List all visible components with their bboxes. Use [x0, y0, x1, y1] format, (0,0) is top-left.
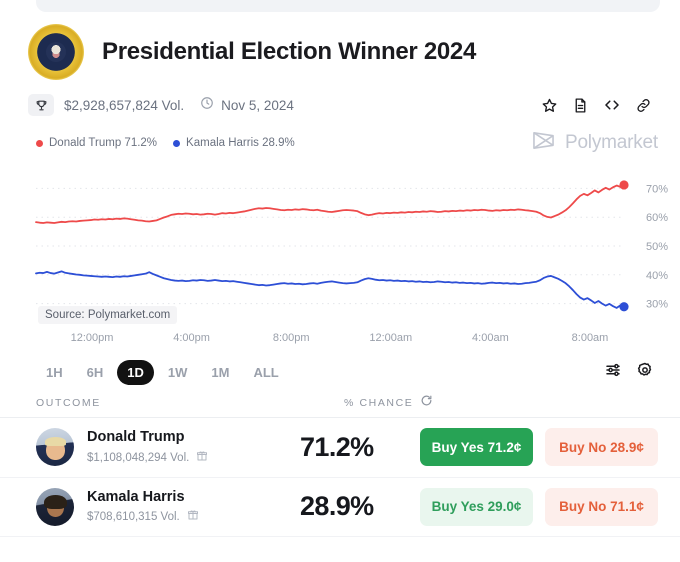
table-row[interactable]: Donald Trump $1,108,048,294 Vol. 71.2% B…: [0, 418, 680, 478]
polymarket-watermark-text: Polymarket: [564, 132, 658, 153]
row-trade-buttons: Buy Yes 71.2¢ Buy No 28.9¢: [420, 428, 658, 467]
link-icon[interactable]: [635, 97, 652, 114]
chart-x-axis: 12:00pm 4:00pm 8:00pm 12:00am 4:00am 8:00am: [0, 332, 680, 348]
buy-no-button[interactable]: Buy No 28.9¢: [545, 428, 658, 467]
trophy-icon: [28, 94, 54, 116]
chart-y-tick: 70%: [646, 183, 668, 195]
chart-endpoint-dot-series-2: [619, 302, 629, 312]
page-content: Presidential Election Winner 2024 $2,928…: [0, 12, 680, 538]
sliders-icon[interactable]: [604, 361, 622, 384]
outcome-volume: $1,108,048,294 Vol.: [87, 451, 190, 464]
chart-endpoint-dot-series-1: [619, 180, 629, 190]
buy-no-button[interactable]: Buy No 71.1¢: [545, 487, 658, 526]
table-row[interactable]: Kamala Harris $708,610,315 Vol. 28.9% Bu…: [0, 478, 680, 538]
browser-chrome-strip: [36, 0, 660, 12]
buy-yes-button[interactable]: Buy Yes 29.0¢: [420, 487, 533, 526]
row-info: Donald Trump $1,108,048,294 Vol.: [87, 428, 208, 467]
clock-icon: [200, 96, 214, 115]
presidential-seal-icon: [28, 24, 84, 80]
polymarket-logo-icon: [531, 130, 556, 156]
chart-y-tick: 30%: [646, 299, 668, 311]
outcome-chance: 71.2%: [300, 431, 374, 462]
market-header: Presidential Election Winner 2024: [0, 12, 680, 80]
column-header-chance: % CHANCE: [344, 397, 414, 409]
legend-dot-trump: [36, 139, 43, 147]
page-title: Presidential Election Winner 2024: [102, 37, 477, 65]
market-icon: [187, 508, 199, 526]
legend-item-trump: Donald Trump 71.2%: [36, 137, 157, 149]
chart-source-label: Source: Polymarket.com: [38, 306, 178, 324]
chart-x-tick: 12:00am: [369, 332, 413, 344]
chart-tools: [604, 361, 654, 384]
range-button-1w[interactable]: 1W: [158, 360, 198, 385]
range-button-1d[interactable]: 1D: [117, 360, 154, 385]
legend-item-harris: Kamala Harris 28.9%: [173, 137, 295, 149]
document-icon[interactable]: [572, 97, 589, 114]
chart-x-tick: 4:00am: [472, 332, 509, 344]
chart-y-tick: 60%: [646, 212, 668, 224]
chart-legend: Donald Trump 71.2% Kamala Harris 28.9% P…: [0, 116, 680, 156]
outcome-name: Kamala Harris: [87, 488, 185, 505]
market-icon: [196, 449, 208, 467]
range-button-group: 1H 6H 1D 1W 1M ALL: [36, 360, 293, 385]
price-chart[interactable]: 30% 40% 50% 60% 70% Source: Polymarket.com 1…: [0, 166, 680, 356]
legend-dot-harris: [173, 139, 181, 147]
embed-code-icon[interactable]: [603, 96, 621, 114]
legend-label-trump: Donald Trump 71.2%: [49, 137, 158, 149]
column-header-outcome: OUTCOME: [36, 397, 101, 409]
market-date-group: Nov 5, 2024: [200, 96, 294, 115]
chart-x-tick: 12:00pm: [70, 332, 114, 344]
outcome-table-header-inner: OUTCOME % CHANCE: [36, 394, 652, 412]
row-info: Kamala Harris $708,610,315 Vol.: [87, 488, 199, 527]
polymarket-watermark: Polymarket: [531, 130, 658, 156]
column-header-chance-group: % CHANCE: [344, 394, 433, 412]
chart-y-tick: 50%: [646, 241, 668, 253]
market-meta-row: $2,928,657,824 Vol. Nov 5, 2024: [0, 80, 680, 116]
outcome-table-header: OUTCOME % CHANCE: [0, 385, 680, 418]
chart-x-tick: 4:00pm: [173, 332, 210, 344]
star-icon[interactable]: [541, 97, 558, 114]
market-volume: $2,928,657,824 Vol.: [64, 97, 185, 113]
row-volume-line: $708,610,315 Vol.: [87, 508, 199, 526]
row-volume-line: $1,108,048,294 Vol.: [87, 449, 208, 467]
row-trade-buttons: Buy Yes 29.0¢ Buy No 71.1¢: [420, 487, 658, 526]
chart-x-tick: 8:00pm: [272, 332, 310, 344]
polymarket-market-page: Presidential Election Winner 2024 $2,928…: [0, 0, 680, 562]
outcome-volume: $708,610,315 Vol.: [87, 511, 180, 524]
gear-icon[interactable]: [636, 361, 654, 384]
outcome-chance: 28.9%: [300, 491, 374, 522]
market-end-date: Nov 5, 2024: [221, 97, 294, 113]
chart-range-selector: 1H 6H 1D 1W 1M ALL: [0, 356, 680, 385]
market-actions: [541, 96, 652, 114]
refresh-icon[interactable]: [420, 394, 433, 412]
range-button-all[interactable]: ALL: [243, 360, 288, 385]
outcome-name: Donald Trump: [87, 429, 185, 445]
kamala-harris-avatar: [36, 487, 74, 526]
chart-y-tick: 40%: [646, 270, 668, 282]
range-button-6h[interactable]: 6H: [77, 360, 114, 385]
donald-trump-avatar: [36, 428, 74, 467]
range-button-1h[interactable]: 1H: [36, 360, 73, 385]
buy-yes-button[interactable]: Buy Yes 71.2¢: [420, 428, 533, 467]
range-button-1m[interactable]: 1M: [201, 360, 239, 385]
legend-label-harris: Kamala Harris 28.9%: [186, 137, 295, 149]
chart-line-series-2: [35, 270, 625, 309]
chart-x-tick: 8:00am: [571, 332, 609, 344]
